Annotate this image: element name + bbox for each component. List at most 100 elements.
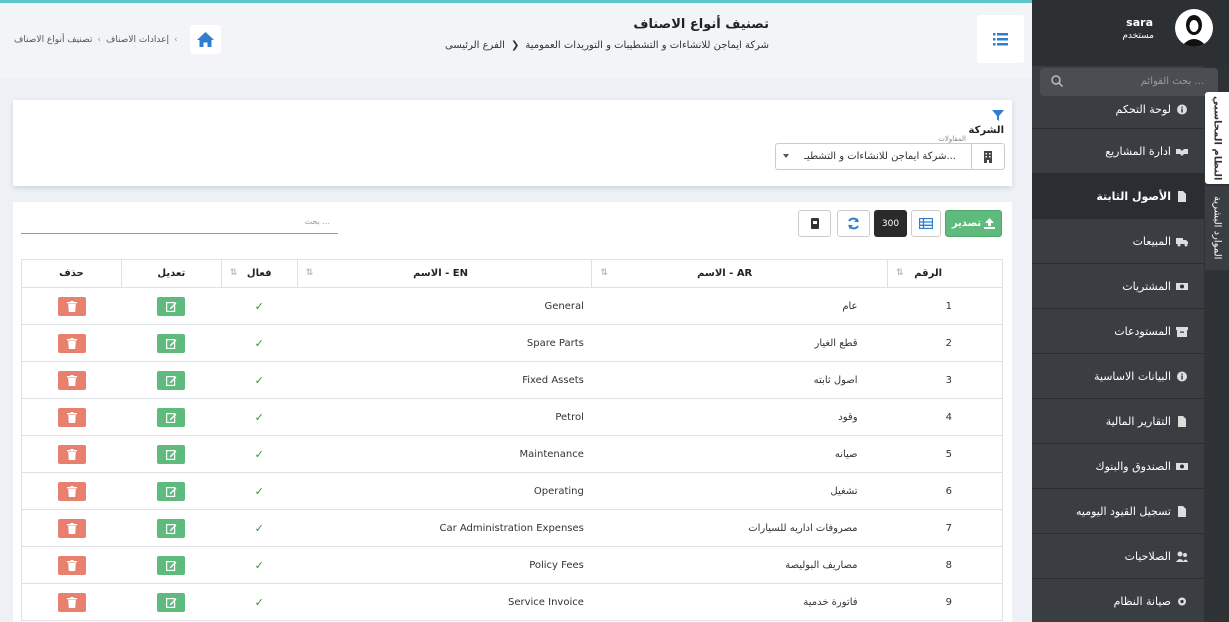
name-en-cell: Spare Parts [297,324,592,362]
number-cell: 6 [887,472,1003,510]
handshake-icon [1176,148,1188,156]
tab-accounting-system[interactable]: النظام المحاسبي [1205,92,1229,184]
breadcrumb-separator: ‹ [97,35,101,45]
sidebar-item[interactable]: تسجيل القيود اليوميه [1032,489,1204,534]
sort-icon: ⇅ [229,268,238,278]
col-number[interactable]: ⇅ الرقم [887,259,1003,288]
delete-cell [21,583,122,621]
delete-button[interactable] [57,592,86,612]
edit-button[interactable] [157,518,186,538]
refresh-icon [848,217,859,230]
avatar[interactable] [1175,9,1213,47]
sidebar-item[interactable]: لوحة التحكم [1032,91,1204,129]
building-icon [971,144,1004,169]
col-name-ar[interactable]: ⇅ الاسم - AR [591,259,889,288]
page-title: تصنيف أنواع الاصناف [633,17,769,32]
file-icon [1178,505,1186,517]
export-label: تصدير [951,218,982,229]
active-cell: ✓ [221,509,298,547]
filter-icon [992,110,1004,121]
name-en-cell: Fixed Assets [297,361,592,399]
col-active[interactable]: ⇅ فعال [220,259,298,288]
delete-button[interactable] [57,296,86,316]
number-cell: 1 [887,287,1003,325]
branch-name: الفرع الرئيسى [445,40,505,51]
active-cell: ✓ [221,583,298,621]
table-search-input[interactable]: بحث ... [21,214,338,234]
delete-button[interactable] [57,518,86,538]
number-cell: 9 [887,583,1003,621]
sidebar-item-label: المبيعات [1132,234,1171,248]
table-icon [919,218,933,229]
edit-button[interactable] [157,555,186,575]
upload-icon [984,218,996,229]
sidebar-item[interactable]: الأصول الثابتة [1032,174,1204,219]
sidebar-item[interactable]: التقارير المالية [1032,399,1204,444]
check-icon: ✓ [254,484,264,498]
sidebar-item[interactable]: المبيعات [1032,219,1204,264]
sidebar-item[interactable]: ادارة المشاريع [1032,129,1204,174]
col-name-en[interactable]: ⇅ الاسم - EN [296,259,593,288]
user-name: sara [1126,16,1153,29]
sidebar-item[interactable]: المشتريات [1032,264,1204,309]
delete-button[interactable] [57,481,86,501]
edit-button[interactable] [157,296,186,316]
sidebar-item[interactable]: البيانات الاساسية [1032,354,1204,399]
delete-button[interactable] [57,370,86,390]
name-ar-cell: مصاريف البوليصة [591,546,888,584]
edit-button[interactable] [157,407,186,427]
categories-table: حذف تعديل ⇅ فعال ⇅ الاسم - EN ⇅ الاسم - AR … [21,259,1003,621]
edit-button[interactable] [157,444,186,464]
print-button[interactable] [798,210,831,237]
sort-icon: ⇅ [305,268,314,278]
sidebar-item[interactable]: الصلاحيات [1032,534,1204,579]
breadcrumb: تصنيف أنواع الاصناف ‹ إعدادات الاصناف ‹ [14,35,178,45]
edit-button[interactable] [157,370,186,390]
table-row: ✓ Policy Fees مصاريف البوليصة 8 [21,546,1003,584]
sidebar-item[interactable]: المستودعات [1032,309,1204,354]
edit-cell [121,583,222,621]
home-button[interactable] [190,25,221,54]
number-cell: 7 [887,509,1003,547]
edit-cell [121,398,222,436]
sidebar-item-label: الصلاحيات [1124,549,1171,563]
table-row: ✓ General عام 1 [21,287,1003,325]
menu-toggle-button[interactable] [977,15,1024,63]
export-button[interactable]: تصدير [945,210,1002,237]
breadcrumb-parent[interactable]: إعدادات الاصناف [106,35,169,45]
money-icon [1176,282,1188,290]
money-icon [1176,462,1188,470]
tab-human-resources[interactable]: الموارد البشرية [1205,186,1229,270]
sidebar-item-label: صيانة النظام [1113,594,1171,608]
name-ar-cell: عام [591,287,888,325]
page-size-button[interactable]: 300 [874,210,907,237]
edit-button[interactable] [157,481,186,501]
print-icon [810,218,819,229]
check-icon: ✓ [254,447,264,461]
delete-button[interactable] [57,333,86,353]
columns-button[interactable] [911,210,941,237]
breadcrumb-current: تصنيف أنواع الاصناف [14,35,93,45]
truck-icon [1176,237,1188,246]
edit-button[interactable] [157,592,186,612]
table-row: ✓ Maintenance صيانه 5 [21,435,1003,473]
delete-cell [21,398,122,436]
users-icon [1176,551,1188,562]
company-select[interactable]: المقاولات شركة ايماجن للانشاءات و التشطي… [775,135,1005,170]
sidebar-search-placeholder: بحث القوائم ... [1140,76,1204,87]
delete-cell [21,324,122,362]
sidebar-item[interactable]: صيانة النظام [1032,579,1204,622]
edit-button[interactable] [157,333,186,353]
delete-button[interactable] [57,555,86,575]
delete-button[interactable] [57,407,86,427]
edit-cell [121,361,222,399]
refresh-button[interactable] [837,210,870,237]
sidebar-item[interactable]: الصندوق والبنوك [1032,444,1204,489]
company-float-label: المقاولات [936,135,968,143]
number-cell: 4 [887,398,1003,436]
sidebar-item-label: ادارة المشاريع [1105,144,1171,158]
delete-cell [21,509,122,547]
delete-button[interactable] [57,444,86,464]
name-en-cell: General [297,287,592,325]
caret-down-icon [783,154,789,158]
